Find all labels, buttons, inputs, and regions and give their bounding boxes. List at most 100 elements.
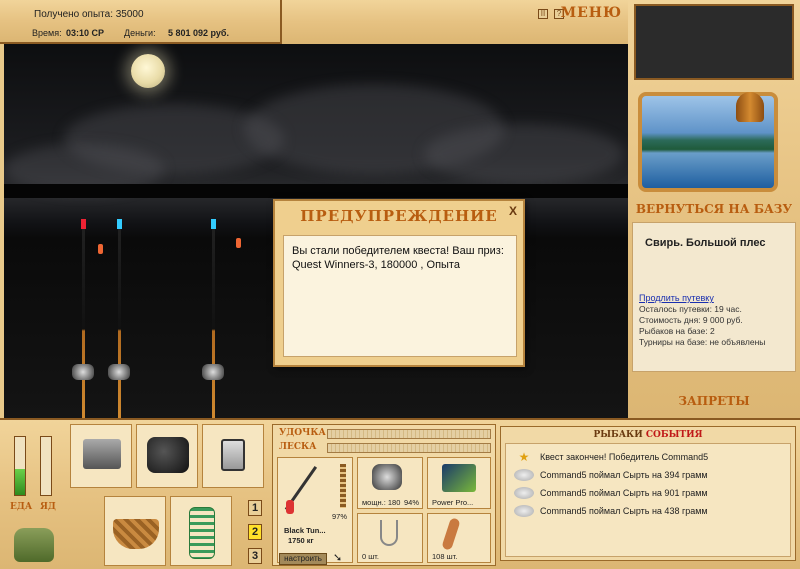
dark-panel (634, 4, 794, 80)
rod-panel: УДОЧКА ЛЕСКА 97% Black Tun... 1750 кг на… (272, 424, 496, 566)
rod-name: Black Tun... (284, 526, 326, 535)
tab-fishermen[interactable]: РЫБАКИ (593, 430, 642, 440)
money-value: 5 801 092 руб. (168, 28, 229, 38)
bans-button[interactable]: ЗАПРЕТЫ (628, 394, 800, 408)
status-bar: Получено опыта: 35000 Время: 03:10 СР Де… (0, 0, 282, 44)
rod-tip-bell (117, 219, 122, 229)
info-line: Осталось путевки: 19 час. (639, 304, 742, 314)
fishing-rod-2[interactable] (118, 219, 121, 418)
fish-icon (514, 469, 534, 481)
forest-horizon (4, 184, 628, 198)
backpack-icon[interactable] (14, 528, 54, 562)
hook-count: 0 шт. (362, 552, 379, 561)
arrow-icon[interactable]: ➘ (333, 551, 345, 564)
poison-meter (40, 436, 52, 496)
rod-weight: 1750 кг (288, 536, 314, 545)
events-panel: РЫБАКИ СОБЫТИЯ ★ Квест закончен! Победит… (500, 426, 796, 561)
reel-percent: 94% (404, 498, 420, 507)
close-icon[interactable]: X (507, 205, 519, 217)
phone-slot[interactable] (202, 424, 264, 488)
reel-slot[interactable]: мощн.: 180 94% (357, 457, 423, 509)
line-durability-bar (327, 443, 491, 453)
slot-button-3[interactable]: 3 (248, 548, 262, 564)
fishing-rod-1[interactable] (82, 219, 85, 418)
float-1 (98, 244, 103, 254)
reel-power: мощн.: 180 (362, 498, 401, 507)
rod-slot[interactable]: 97% Black Tun... 1750 кг (277, 457, 353, 563)
food-meter (14, 436, 26, 496)
event-text: Квест закончен! Победитель Command5 (540, 452, 709, 462)
poison-label: ЯД (40, 502, 56, 512)
extend-permit-link[interactable]: Продлить путевку (639, 293, 789, 303)
warning-dialog: ПРЕДУПРЕЖДЕНИЕ X Вы стали победителем кв… (273, 199, 525, 367)
tackle-box-icon (83, 439, 121, 469)
food-meter-fill (15, 468, 25, 495)
experience-label: Получено опыта: 35000 (34, 9, 144, 20)
fish-icon (514, 487, 534, 499)
bell-icon (736, 92, 764, 122)
reel-3 (202, 364, 224, 380)
rod-level-bar (340, 464, 346, 508)
event-text: Command5 поймал Сырть на 394 грамм (540, 470, 708, 480)
rod-label: УДОЧКА (279, 428, 326, 438)
slot-button-1[interactable]: 1 (248, 500, 262, 516)
bait-slot[interactable]: 108 шт. (427, 513, 491, 563)
basket-icon (113, 519, 159, 549)
list-item: ★ Квест закончен! Победитель Command5 (514, 450, 709, 464)
rod-tip-bell (81, 219, 86, 229)
reel-icon (372, 464, 402, 490)
keepnet-icon (189, 507, 215, 559)
fish-icon (514, 505, 534, 517)
pause-button[interactable]: II (538, 9, 548, 19)
hook-icon (380, 520, 398, 546)
hook-slot[interactable]: 0 шт. (357, 513, 423, 563)
dialog-title: ПРЕДУПРЕЖДЕНИЕ (300, 207, 498, 225)
cloud (424, 124, 624, 184)
star-icon: ★ (518, 450, 530, 464)
reel-2 (108, 364, 130, 380)
right-panel: ВЕРНУТЬСЯ НА БАЗУ Свирь. Большой плес Пр… (628, 0, 800, 418)
list-item: Command5 поймал Сырть на 901 грамм (514, 486, 708, 500)
rod-durability-bar (327, 429, 491, 439)
reel-1 (72, 364, 94, 380)
list-item: Command5 поймал Сырть на 394 грамм (514, 468, 708, 482)
slot-button-2[interactable]: 2 (248, 524, 262, 540)
bag-slot[interactable] (136, 424, 198, 488)
float-icon (286, 500, 294, 514)
menu-button[interactable]: МЕНЮ (561, 5, 622, 21)
event-text: Command5 поймал Сырть на 901 грамм (540, 488, 708, 498)
phone-icon (221, 439, 245, 471)
event-text: Command5 поймал Сырть на 438 грамм (540, 506, 708, 516)
tune-button[interactable]: настроить (279, 553, 327, 565)
events-tabs: РЫБАКИ СОБЫТИЯ (501, 430, 795, 440)
return-to-base-button[interactable]: ВЕРНУТЬСЯ НА БАЗУ (628, 202, 800, 216)
basket-slot[interactable] (104, 496, 166, 566)
rod-tip-bell (211, 219, 216, 229)
keepnet-slot[interactable] (170, 496, 232, 566)
menu-bar: II ? МЕНЮ (282, 0, 628, 44)
list-item: Command5 поймал Сырть на 438 грамм (514, 504, 708, 518)
money-label: Деньги: (124, 28, 156, 38)
info-line: Рыбаков на базе: 2 (639, 326, 715, 336)
dialog-message: Вы стали победителем квеста! Ваш приз: Q… (283, 235, 517, 357)
line-name: Power Pro... (432, 498, 474, 507)
rod-percent: 97% (332, 512, 348, 521)
info-line: Стоимость дня: 9 000 руб. (639, 315, 743, 325)
float-2 (236, 238, 241, 248)
line-spool-icon (442, 464, 476, 492)
bag-icon (147, 437, 189, 473)
worm-icon (441, 517, 461, 551)
base-info-box: Свирь. Большой плес Продлить путевку Ост… (632, 222, 796, 372)
tab-events[interactable]: СОБЫТИЯ (646, 430, 703, 440)
time-value: 03:10 СР (66, 28, 105, 38)
line-slot[interactable]: Power Pro... (427, 457, 491, 509)
time-label: Время: (32, 28, 62, 38)
fishing-rod-3[interactable] (212, 219, 215, 418)
info-line: Турниры на базе: не объявлены (639, 337, 766, 347)
line-label: ЛЕСКА (279, 442, 317, 452)
tackle-box-slot[interactable] (70, 424, 132, 488)
place-name: Свирь. Большой плес (645, 237, 766, 249)
bait-count: 108 шт. (432, 552, 458, 561)
moon (131, 54, 165, 88)
bottom-panel: ЕДА ЯД 1 2 3 УДОЧКА ЛЕСКА 97% Black Tun.… (0, 418, 800, 569)
